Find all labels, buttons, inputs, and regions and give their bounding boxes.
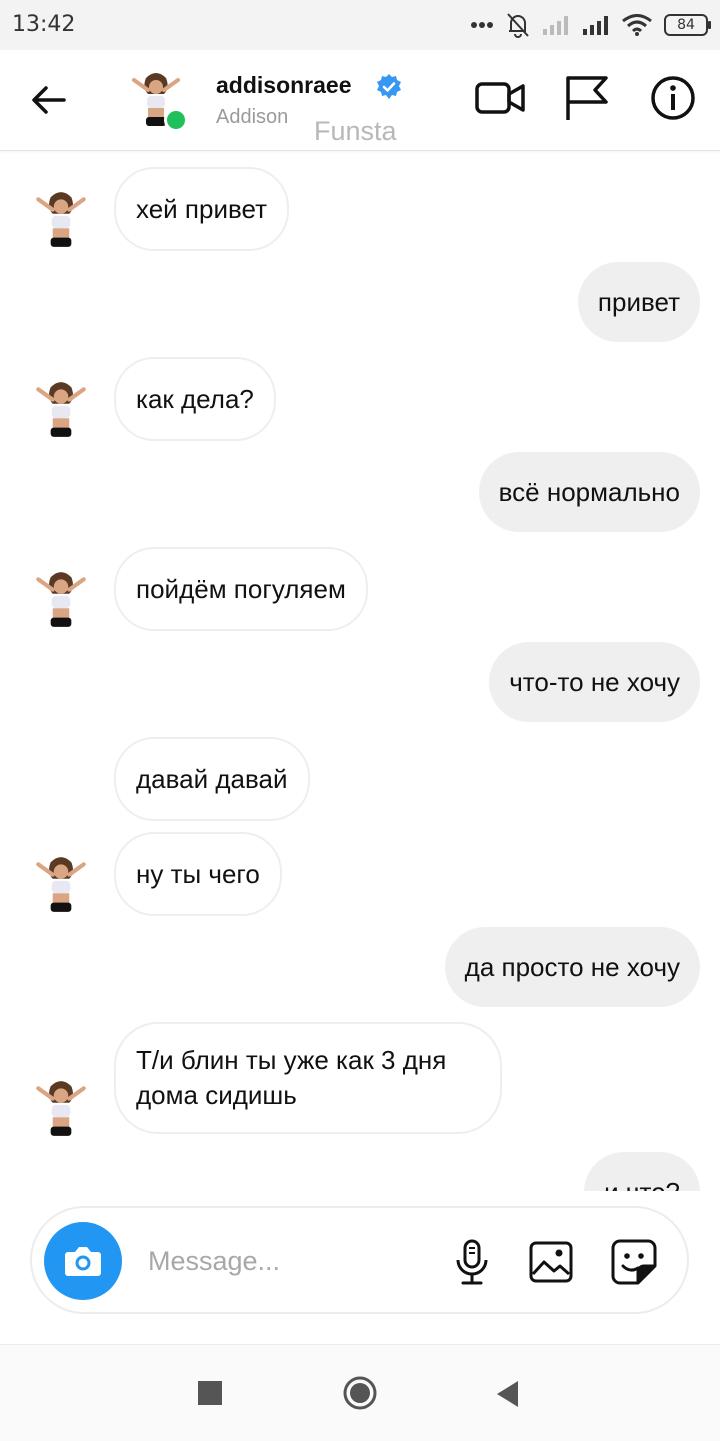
incoming-message[interactable]: как дела?	[114, 357, 276, 441]
camera-icon	[65, 1247, 101, 1276]
recent-apps-button[interactable]	[198, 1381, 222, 1405]
chat-header: addisonraee Addison Funsta	[0, 50, 720, 151]
outgoing-message[interactable]: что-то не хочу	[489, 642, 700, 722]
outgoing-message[interactable]: привет	[577, 262, 700, 342]
avatar	[30, 854, 92, 916]
outgoing-message[interactable]: да просто не хочу	[444, 927, 700, 1007]
back-triangle-icon[interactable]	[494, 1379, 520, 1409]
message-list[interactable]: хей привет привет как дела? всё нормальн…	[0, 151, 720, 1191]
message-input[interactable]	[146, 1240, 440, 1282]
sticker-icon[interactable]	[610, 1238, 658, 1286]
chat-display-name: Addison	[216, 106, 289, 128]
status-icons: 84	[470, 10, 711, 40]
status-time: 13:42	[12, 12, 76, 37]
incoming-message[interactable]: хей привет	[114, 167, 290, 251]
avatar	[30, 379, 92, 441]
message-composer	[30, 1206, 689, 1314]
wifi-icon	[622, 14, 652, 36]
avatar	[30, 1078, 92, 1140]
chat-username[interactable]: addisonraee	[216, 72, 352, 99]
outgoing-message[interactable]: всё нормально	[478, 452, 700, 532]
more-dots-icon	[471, 22, 493, 28]
avatar	[30, 189, 92, 251]
battery-indicator: 84	[664, 14, 711, 36]
avatar	[30, 569, 92, 631]
outgoing-message[interactable]: и что?	[584, 1152, 700, 1191]
gallery-icon[interactable]	[528, 1240, 574, 1284]
info-icon[interactable]	[650, 75, 696, 121]
video-camera-icon[interactable]	[474, 78, 526, 118]
incoming-message[interactable]: пойдём погуляем	[114, 547, 368, 631]
microphone-icon[interactable]	[452, 1238, 492, 1286]
incoming-message[interactable]: давай давай	[114, 737, 310, 821]
camera-button[interactable]	[44, 1222, 122, 1300]
flag-icon[interactable]	[562, 74, 610, 122]
incoming-message[interactable]: Т/и блин ты уже как 3 дня дома сидишь	[114, 1022, 502, 1134]
system-nav-bar	[0, 1344, 720, 1441]
arrow-left-icon[interactable]	[28, 80, 68, 120]
watermark-text: Funsta	[314, 116, 397, 146]
incoming-message[interactable]: ну ты чего	[114, 832, 282, 916]
home-button[interactable]	[342, 1375, 378, 1411]
mute-bell-icon	[507, 13, 529, 38]
signal-sim2-icon	[543, 16, 568, 35]
status-bar: 13:42 84	[0, 0, 720, 50]
online-status-indicator	[164, 108, 188, 132]
signal-sim1-icon	[583, 16, 608, 35]
verified-badge-icon	[377, 74, 401, 99]
